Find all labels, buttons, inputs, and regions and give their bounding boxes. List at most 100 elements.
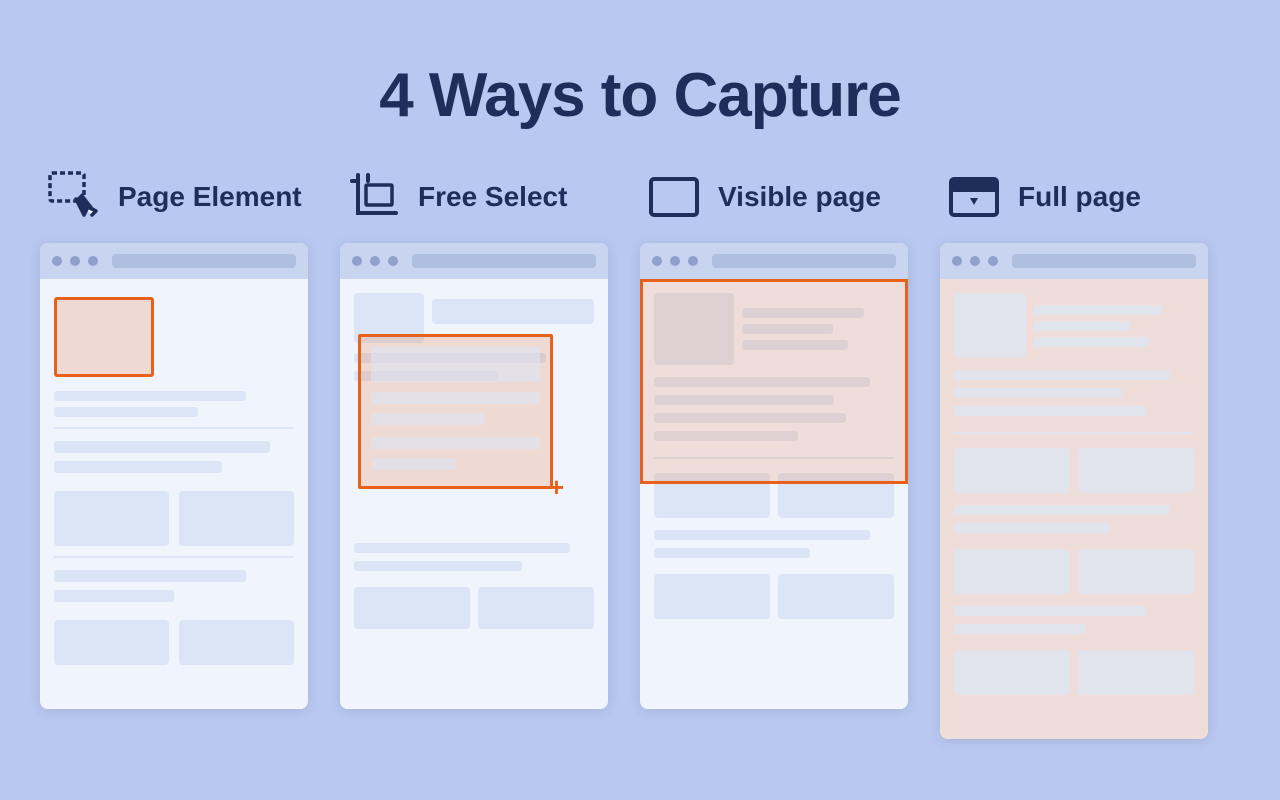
col-block: [179, 620, 294, 665]
content-line: [954, 624, 1086, 634]
col-block: [54, 491, 169, 546]
inner-line: [371, 413, 484, 425]
free-select-icon: [348, 171, 400, 223]
browser-mockup-full-page: [940, 243, 1208, 739]
col-block: [654, 574, 770, 619]
freeselect-rect: +: [358, 334, 553, 489]
browser-bar: [640, 243, 908, 279]
inner-line: [371, 392, 540, 404]
browser-dot-1: [952, 256, 962, 266]
content-line: [54, 407, 198, 417]
inner-line: [371, 437, 540, 449]
card-label-page-element: Page Element: [40, 171, 302, 223]
content-line: [54, 570, 246, 582]
col-block: [354, 587, 470, 629]
col-block: [778, 473, 894, 518]
browser-address: [112, 254, 296, 268]
browser-dot-1: [352, 256, 362, 266]
content-line: [742, 324, 833, 334]
col-block: [954, 448, 1070, 493]
inner-line: [371, 458, 456, 470]
card-label-text-full-page: Full page: [1018, 181, 1141, 213]
col-block: [179, 491, 294, 546]
browser-dot-3: [88, 256, 98, 266]
page-element-icon: [48, 171, 100, 223]
content-line: [654, 395, 834, 405]
content-line: [954, 523, 1110, 533]
browser-address: [712, 254, 896, 268]
content-block: [954, 293, 1026, 358]
two-col: [654, 473, 894, 518]
content-lines: [742, 293, 894, 365]
content-line: [354, 561, 522, 571]
visible-page-icon: [648, 171, 700, 223]
browser-dot-1: [652, 256, 662, 266]
content-line: [954, 370, 1170, 380]
content-line: [354, 543, 570, 553]
content-line: [54, 391, 246, 401]
divider: [54, 427, 294, 429]
browser-dot-3: [688, 256, 698, 266]
browser-dot-3: [988, 256, 998, 266]
col-block: [1078, 448, 1194, 493]
content-line: [54, 441, 270, 453]
content-line: [54, 590, 174, 602]
content-line: [654, 431, 798, 441]
browser-body-visible-page: [640, 279, 908, 709]
col-block: [654, 473, 770, 518]
divider: [954, 432, 1194, 434]
two-col: [954, 549, 1194, 594]
browser-address: [412, 254, 596, 268]
col-block: [778, 574, 894, 619]
divider: [54, 556, 294, 558]
browser-bar: [340, 243, 608, 279]
content-line: [654, 530, 870, 540]
browser-dot-2: [670, 256, 680, 266]
two-col-section: [54, 620, 294, 665]
divider: [654, 457, 894, 459]
content-block: [654, 293, 734, 365]
card-label-text-visible-page: Visible page: [718, 181, 881, 213]
content-line: [654, 548, 810, 558]
content-line: [1034, 305, 1162, 315]
element-highlight: [54, 297, 154, 377]
content-row: [954, 293, 1194, 358]
card-visible-page: Visible page: [640, 171, 940, 709]
two-col: [954, 448, 1194, 493]
browser-mockup-free-select: +: [340, 243, 608, 709]
two-col: [954, 650, 1194, 695]
card-label-text-page-element: Page Element: [118, 181, 302, 213]
col-block: [954, 549, 1070, 594]
browser-body-free-select: +: [340, 279, 608, 709]
browser-bar: [940, 243, 1208, 279]
browser-dot-2: [370, 256, 380, 266]
card-label-full-page: Full page: [940, 171, 1141, 223]
page-title: 4 Ways to Capture: [379, 60, 901, 131]
card-page-element: Page Element: [40, 171, 340, 709]
content-lines: [54, 391, 294, 417]
browser-mockup-page-element: [40, 243, 308, 709]
two-col-section: [54, 491, 294, 546]
content-line: [954, 606, 1146, 616]
content-line: [654, 377, 870, 387]
card-full-page: Full page: [940, 171, 1240, 739]
browser-dot-2: [70, 256, 80, 266]
browser-address: [1012, 254, 1196, 268]
card-label-free-select: Free Select: [340, 171, 567, 223]
browser-dot-2: [970, 256, 980, 266]
card-free-select: Free Select: [340, 171, 640, 709]
content-line: [654, 413, 846, 423]
col-block: [54, 620, 169, 665]
inner-block: [371, 347, 540, 382]
content-lines: [1034, 293, 1194, 358]
card-label-visible-page: Visible page: [640, 171, 881, 223]
col-block: [1078, 549, 1194, 594]
content-line: [742, 308, 864, 318]
col-block: [954, 650, 1070, 695]
browser-body-full-page: [940, 279, 1208, 739]
content-line: [954, 406, 1146, 416]
browser-body-page-element: [40, 279, 308, 709]
card-label-text-free-select: Free Select: [418, 181, 567, 213]
col-block: [478, 587, 594, 629]
content-block: [432, 299, 594, 324]
